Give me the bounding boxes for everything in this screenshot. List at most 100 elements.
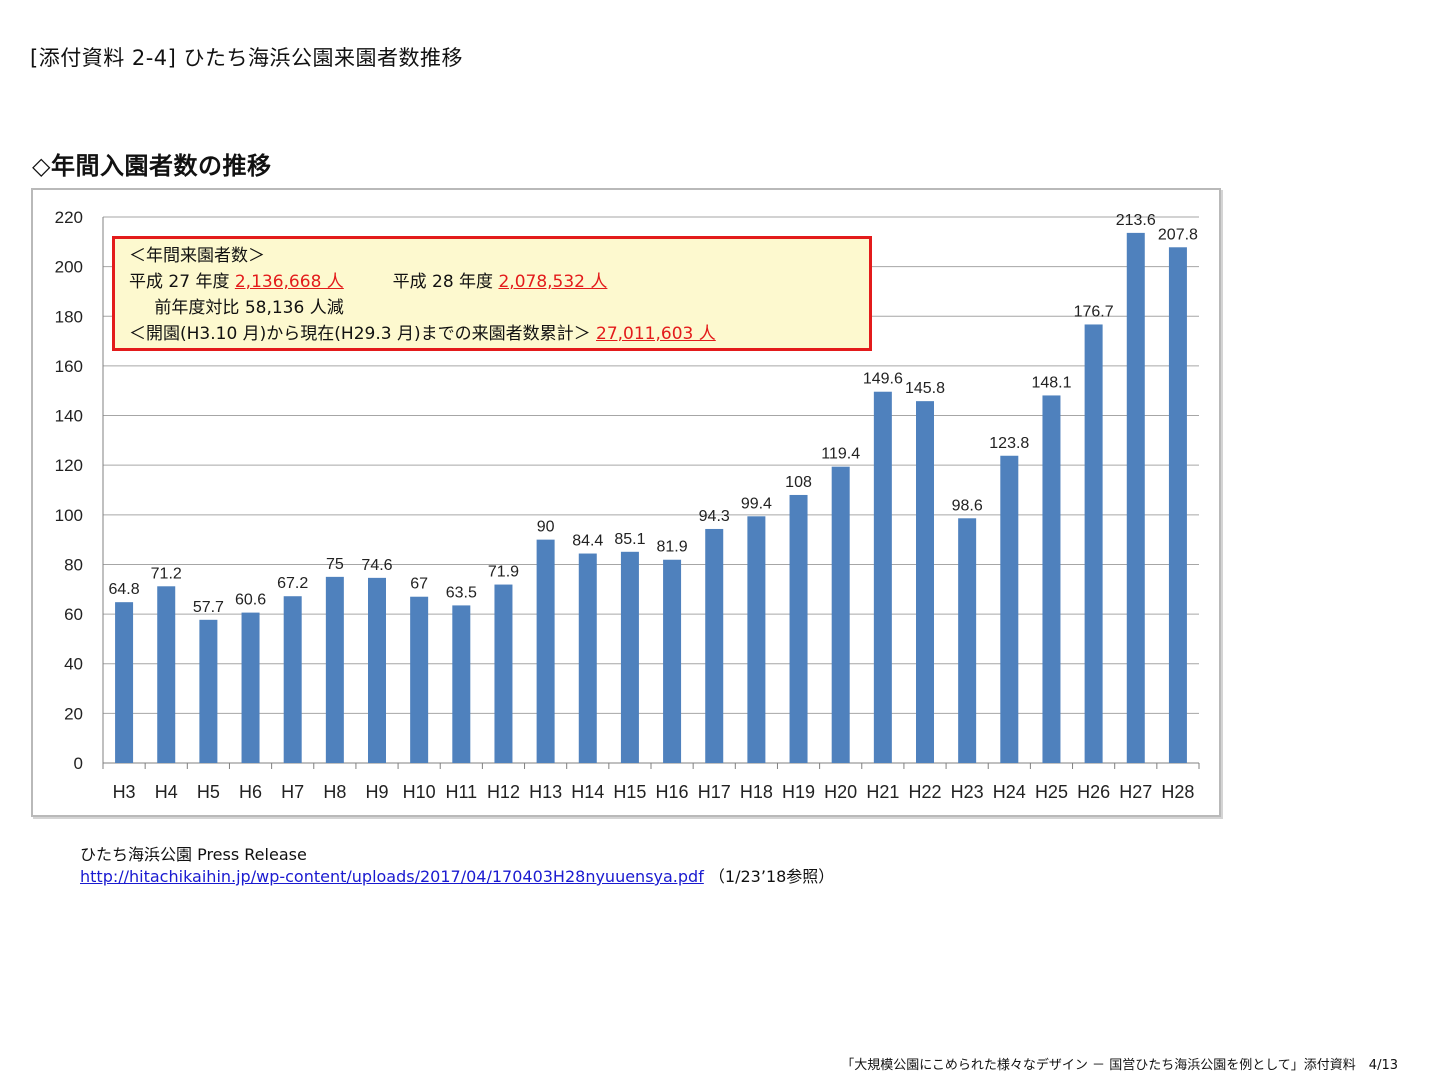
x-tick-label: H18 [740, 782, 773, 802]
data-label: 75 [326, 556, 344, 573]
data-label: 67 [410, 576, 428, 593]
x-tick-label: H26 [1077, 782, 1110, 802]
bar [1168, 247, 1187, 763]
data-label: 71.2 [151, 565, 182, 582]
page-footer: 「大規模公園にこめられた様々なデザイン － 国営ひたち海浜公園を例として」添付資… [841, 1058, 1398, 1073]
x-tick-label: H14 [571, 782, 604, 802]
data-label: 98.6 [952, 497, 983, 514]
bar [831, 466, 850, 763]
y-tick-label: 80 [64, 555, 83, 574]
bar [368, 577, 386, 763]
x-tick-label: H6 [239, 782, 262, 802]
data-label: 64.8 [109, 581, 140, 598]
data-label: 63.5 [446, 584, 477, 601]
x-tick-label: H16 [656, 782, 689, 802]
cumulative-label: ＜開園(H3.10 月)から現在(H29.3 月)までの来園者数累計＞ [129, 324, 591, 344]
x-tick-label: H8 [323, 782, 346, 802]
x-tick-label: H21 [866, 782, 899, 802]
bar [283, 596, 302, 763]
bar [494, 584, 513, 763]
x-tick-label: H25 [1035, 782, 1068, 802]
x-tick-label: H27 [1119, 782, 1152, 802]
bar [958, 518, 977, 763]
bar [1084, 324, 1103, 763]
bar [536, 539, 555, 763]
x-tick-label: H12 [487, 782, 520, 802]
data-label: 207.8 [1158, 226, 1198, 243]
data-label: 148.1 [1031, 374, 1071, 391]
data-label: 213.6 [1116, 212, 1156, 229]
x-tick-label: H13 [529, 782, 562, 802]
data-label: 57.7 [193, 599, 224, 616]
bar [705, 528, 724, 763]
y-tick-label: 60 [64, 605, 83, 624]
infobox-annual-row: 平成 27 年度 2,136,668 人 平成 28 年度 2,078,532 … [129, 269, 869, 295]
x-tick-label: H28 [1161, 782, 1194, 802]
bar [789, 494, 808, 763]
h28-label: 平成 28 年度 [392, 272, 494, 292]
bar [410, 596, 429, 763]
source-note: （1/23’18参照） [708, 867, 835, 886]
x-tick-label: H15 [613, 782, 646, 802]
data-label: 71.9 [488, 564, 519, 581]
h27-value: 2,136,668 人 [234, 272, 344, 292]
x-tick-label: H24 [993, 782, 1026, 802]
source-citation: ひたち海浜公園 Press Release http://hitachikaih… [80, 844, 834, 888]
data-label: 90 [537, 519, 555, 536]
x-tick-label: H4 [155, 782, 178, 802]
data-label: 74.6 [361, 557, 392, 574]
annual-visitors-infobox: ＜年間来園者数＞ 平成 27 年度 2,136,668 人 平成 28 年度 2… [112, 236, 872, 351]
y-tick-label: 160 [55, 357, 83, 376]
x-tick-label: H20 [824, 782, 857, 802]
bar [620, 551, 639, 763]
bar [1000, 455, 1019, 763]
source-name: ひたち海浜公園 Press Release [80, 845, 307, 864]
document-title: [添付資料 2-4] ひたち海浜公園来園者数推移 [30, 46, 464, 70]
data-label: 60.6 [235, 592, 266, 609]
y-tick-label: 100 [55, 506, 83, 525]
y-tick-label: 120 [55, 456, 83, 475]
y-tick-label: 0 [74, 754, 83, 773]
x-tick-label: H23 [951, 782, 984, 802]
data-label: 108 [785, 474, 812, 491]
data-label: 85.1 [614, 531, 645, 548]
source-url-row: http://hitachikaihin.jp/wp-content/uploa… [80, 866, 834, 888]
change-label: 前年度対比 [154, 298, 240, 318]
change-value: 58,136 人減 [244, 298, 344, 318]
data-label: 145.8 [905, 380, 945, 397]
infobox-change-row: 前年度対比 58,136 人減 [129, 295, 869, 321]
bar [452, 605, 471, 763]
x-tick-label: H22 [908, 782, 941, 802]
bar [199, 619, 218, 763]
source-link[interactable]: http://hitachikaihin.jp/wp-content/uploa… [80, 867, 704, 886]
data-label: 149.6 [863, 371, 903, 388]
y-tick-label: 40 [64, 655, 83, 674]
bar [578, 553, 597, 763]
data-label: 119.4 [821, 446, 860, 463]
bar [747, 516, 766, 763]
infobox-cumulative-row: ＜開園(H3.10 月)から現在(H29.3 月)までの来園者数累計＞ 27,0… [129, 321, 869, 347]
x-tick-label: H19 [782, 782, 815, 802]
bar [916, 401, 934, 763]
bar [873, 391, 892, 763]
data-label: 99.4 [741, 495, 772, 512]
x-tick-label: H10 [403, 782, 436, 802]
x-tick-label: H7 [281, 782, 304, 802]
bar [1042, 395, 1061, 763]
data-label: 94.3 [699, 508, 730, 525]
bar [157, 586, 176, 763]
x-tick-label: H11 [445, 782, 477, 802]
bar [115, 602, 134, 763]
section-title: ◇年間入園者数の推移 [32, 152, 272, 180]
cumulative-value: 27,011,603 人 [596, 324, 716, 344]
y-tick-label: 20 [64, 704, 83, 723]
y-tick-label: 140 [55, 407, 83, 426]
x-tick-label: H3 [113, 782, 136, 802]
data-label: 84.4 [572, 533, 603, 550]
h28-value: 2,078,532 人 [498, 272, 608, 292]
y-tick-label: 220 [55, 208, 83, 227]
data-label: 123.8 [989, 435, 1029, 452]
x-tick-label: H9 [365, 782, 388, 802]
infobox-heading: ＜年間来園者数＞ [129, 246, 265, 266]
data-label: 176.7 [1074, 303, 1114, 320]
